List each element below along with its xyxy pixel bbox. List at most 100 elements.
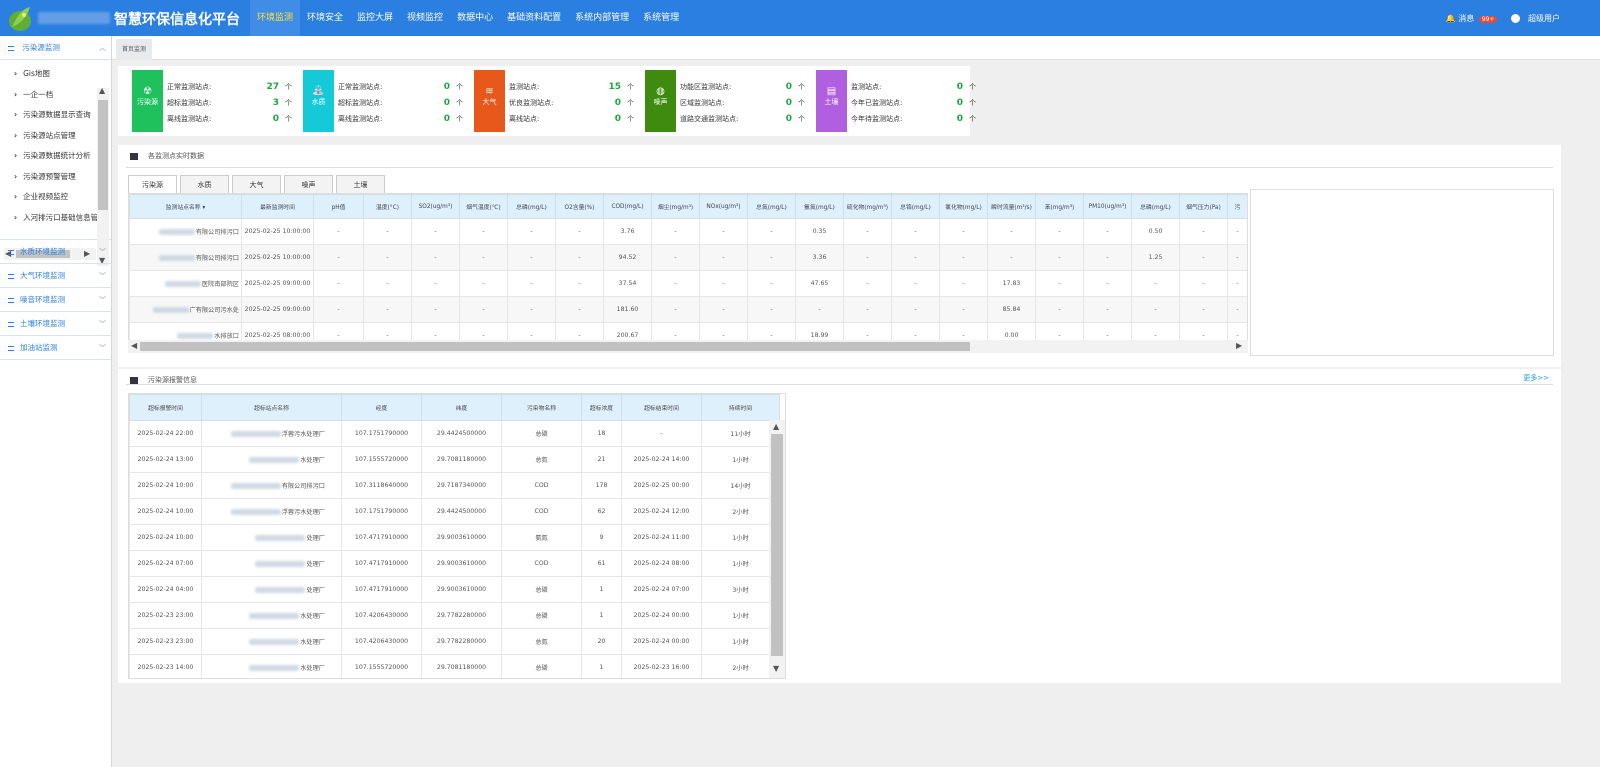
- sidebar-item-site-mgmt[interactable]: › 污染源站点管理: [0, 126, 97, 147]
- table-row[interactable]: 有限公司排污口 2025-02-25 10:00:00- - - - - -94.52- - -…: [129, 244, 1247, 271]
- table-cell: 氨氮: [501, 524, 582, 551]
- card-noise[interactable]: ◍ 噪声 功能区监测站点: 0 个 区域监测站点: 0 个 道路交通监测站点: 0 个: [631, 70, 805, 132]
- sidebar-group-water[interactable]: 水质环境监测 ︾: [0, 240, 111, 264]
- table-row[interactable]: 医院南部院区 2025-02-25 09:00:00- - - - - -37.54- - -4…: [129, 270, 1247, 297]
- card-row-value: 27: [266, 82, 279, 92]
- sidebar-group-pollution[interactable]: 污染源监测 ︽: [0, 36, 111, 60]
- table-row[interactable]: 2025-02-24 10:00 处理厂 107.4717910000 29.9003…: [129, 524, 780, 551]
- card-icon-label: 污染源: [137, 98, 158, 106]
- tab-soil[interactable]: 土壤: [336, 175, 385, 194]
- alarm-vertical-scrollbar[interactable]: ▲ ▼: [769, 420, 785, 678]
- more-link[interactable]: 更多>>: [1523, 373, 1549, 383]
- sidebar-item-alarm-mgmt[interactable]: › 污染源预警管理: [0, 167, 97, 188]
- table-cell: 107.1555720000: [341, 654, 422, 678]
- sidebar-item-label: 入河排污口基础信息管: [23, 212, 97, 222]
- column-header: 瞬时流量(m³/s): [987, 194, 1036, 219]
- sidebar-item-enterprise-file[interactable]: › 一企一档: [0, 85, 97, 106]
- table-cell: 2025-02-24 12:00: [621, 498, 702, 525]
- column-header: 烟尘(mg/m³): [651, 194, 700, 219]
- card-air[interactable]: ≋ 大气 监测站点: 15 个 优良监测站点: 0 个 离线站点: 0 个: [460, 70, 634, 132]
- table-cell: 94.52: [603, 244, 652, 271]
- nav-env-safety[interactable]: 环境安全: [300, 0, 350, 36]
- sidebar-group-soil[interactable]: 土壤环境监测 ︾: [0, 312, 111, 336]
- table-cell: 17.83: [987, 270, 1036, 297]
- table-cell: 29.9003610000: [421, 524, 502, 551]
- scroll-thumb[interactable]: [771, 434, 783, 656]
- card-row: 今年已监测站点: 0 个: [851, 98, 976, 108]
- sidebar-group-label: 加油站监测: [20, 343, 58, 352]
- card-row-value: 0: [443, 114, 450, 124]
- sidebar-item-video[interactable]: › 企业视频监控: [0, 187, 97, 208]
- scroll-down-icon[interactable]: ▼: [773, 664, 779, 673]
- sidebar-item-outlet-info[interactable]: › 入河排污口基础信息管: [0, 208, 97, 229]
- table-row[interactable]: 2025-02-23 14:00 水处理厂 107.1555720000 29.708…: [129, 654, 780, 678]
- sidebar-group-gas-station[interactable]: 加油站监测 ︾: [0, 336, 111, 360]
- table-row[interactable]: 2025-02-24 04:00 处理厂 107.4717910000 29.9003…: [129, 576, 780, 603]
- table-cell: -: [1083, 218, 1132, 245]
- nav-data-center[interactable]: 数据中心: [450, 0, 500, 36]
- scroll-thumb[interactable]: [140, 342, 970, 351]
- table-cell: 29.9003610000: [421, 550, 502, 577]
- chevron-down-icon: ︾: [99, 344, 106, 352]
- messages-button[interactable]: 🔔 消息 99+: [1446, 13, 1498, 24]
- tab-noise[interactable]: 噪声: [284, 175, 333, 194]
- card-water[interactable]: ⛲ 水质 正常监测站点: 0 个 超标监测站点: 0 个 离线监测站点: 0 个: [289, 70, 463, 132]
- station-name-cell: 有限公司排污口: [129, 244, 242, 271]
- nav-base-config[interactable]: 基础资料配置: [500, 0, 568, 36]
- scroll-up-icon[interactable]: ▲: [773, 422, 779, 431]
- card-soil[interactable]: ▤ 土壤 监测站点: 0 个 今年已监测站点: 0 个 今年待监测站点: 0 个: [802, 70, 976, 132]
- card-pollution[interactable]: ☢ 污染源 正常监测站点: 27 个 超标监测站点: 3 个 离线监测站点: 0 个: [118, 70, 292, 132]
- time-cell: 2025-02-25 09:00:00: [241, 270, 314, 297]
- table-row[interactable]: 2025-02-24 13:00 水处理厂 107.1555720000 29.708…: [129, 446, 780, 473]
- table-row[interactable]: 2025-02-24 22:00 浮蓉污水处理厂 107.1751790000 29.…: [129, 420, 780, 447]
- table-cell: -: [555, 270, 604, 297]
- table-cell: -: [1227, 296, 1247, 323]
- scroll-left-icon[interactable]: ◀: [131, 341, 137, 350]
- tab-home-monitoring[interactable]: 首页监测: [116, 39, 153, 60]
- table-cell: 3.36: [795, 244, 844, 271]
- redacted-text: [158, 255, 195, 261]
- realtime-tabs: 污染源 水质 大气 噪声 土壤: [128, 175, 385, 194]
- card-row-label: 道路交通监测站点:: [680, 115, 739, 123]
- scroll-thumb[interactable]: [98, 100, 108, 210]
- station-name-cell: 广有限公司污水处: [129, 296, 242, 323]
- card-row-value: 0: [443, 98, 450, 108]
- scroll-up-icon[interactable]: ▲: [99, 86, 105, 95]
- sidebar-group-noise[interactable]: 噪音环境监测 ︾: [0, 288, 111, 312]
- table-cell: -: [507, 218, 556, 245]
- station-name: 有限公司排污口: [195, 255, 239, 262]
- column-header[interactable]: 监测站点名称 ▾: [129, 194, 242, 219]
- card-row-label: 超标监测站点:: [338, 99, 383, 107]
- table-cell: 处理厂: [201, 524, 342, 551]
- scroll-right-icon[interactable]: ▶: [1236, 341, 1242, 350]
- nav-internal-mgmt[interactable]: 系统内部管理: [568, 0, 636, 36]
- realtime-horizontal-scrollbar[interactable]: ◀ ▶: [128, 340, 1248, 353]
- nav-system-mgmt[interactable]: 系统管理: [636, 0, 686, 36]
- tab-air[interactable]: 大气: [232, 175, 281, 194]
- table-cell: -: [1227, 218, 1247, 245]
- tab-water[interactable]: 水质: [180, 175, 229, 194]
- nav-monitor-screen[interactable]: 监控大屏: [350, 0, 400, 36]
- table-row[interactable]: 2025-02-24 10:00 浮蓉污水处理厂 107.1751790000 29.…: [129, 498, 780, 525]
- table-row[interactable]: 广有限公司污水处 2025-02-25 09:00:00- - - - - -181.60-…: [129, 296, 1247, 323]
- column-header: O2含量(%): [555, 194, 604, 219]
- redacted-text: [249, 613, 300, 619]
- table-row[interactable]: 2025-02-23 23:00 水处理厂 107.4206430000 29.778…: [129, 602, 780, 629]
- table-row[interactable]: 2025-02-23 23:00 水处理厂 107.4206430000 29.778…: [129, 628, 780, 655]
- table-row[interactable]: 2025-02-24 10:00 有限公司排污口 107.3118640000 29.…: [129, 472, 780, 499]
- table-cell: -: [699, 218, 748, 245]
- table-row[interactable]: 有限公司排污口 2025-02-25 10:00:00- - - - - -3.76- - -0…: [129, 218, 1247, 245]
- user-menu[interactable]: 超级用户: [1511, 13, 1560, 24]
- tab-pollution[interactable]: 污染源: [128, 175, 177, 194]
- table-cell: 85.84: [987, 296, 1036, 323]
- table-row[interactable]: 2025-02-24 07:00 处理厂 107.4717910000 29.9003…: [129, 550, 780, 577]
- table-cell: 处理厂: [201, 550, 342, 577]
- sidebar-item-data-query[interactable]: › 污染源数据显示查询: [0, 105, 97, 126]
- sidebar-item-stats[interactable]: › 污染源数据统计分析: [0, 146, 97, 167]
- sidebar-group-air[interactable]: 大气环境监测 ︾: [0, 264, 111, 288]
- table-cell: -: [411, 270, 460, 297]
- table-cell: 2025-02-23 16:00: [621, 654, 702, 678]
- nav-env-monitoring[interactable]: 环境监测: [250, 0, 301, 36]
- sidebar-item-gis[interactable]: › Gis地图: [0, 64, 97, 85]
- nav-video-monitoring[interactable]: 视频监控: [400, 0, 450, 36]
